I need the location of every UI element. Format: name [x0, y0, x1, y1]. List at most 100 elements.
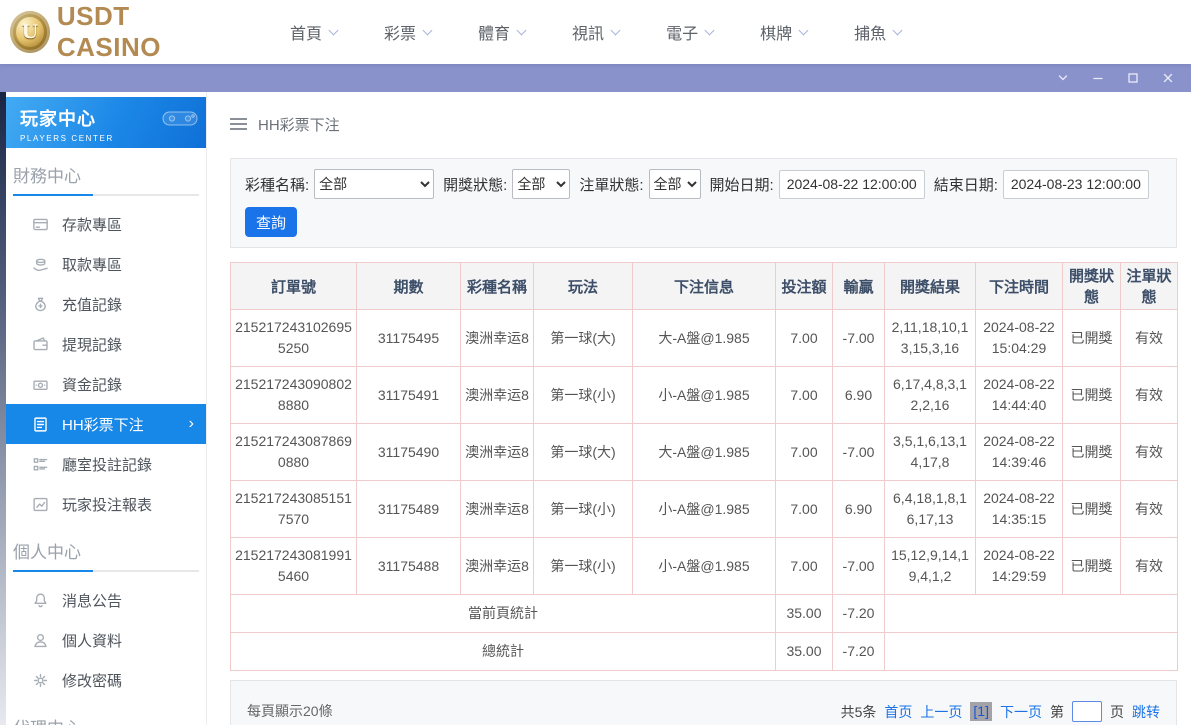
sidebar-item-room-bet-records[interactable]: 廳室投註記錄 — [6, 444, 206, 484]
summary-label-cell: 當前頁統計 — [231, 595, 776, 633]
maximize-icon — [1127, 72, 1139, 84]
chevron-down-icon — [423, 25, 433, 35]
table-cell: 2,11,18,10,13,15,3,16 — [885, 310, 976, 367]
window-minimize-button[interactable] — [1091, 71, 1105, 85]
sidebar-item-label: 玩家投注報表 — [62, 494, 152, 515]
table-cell: 31175490 — [357, 424, 461, 481]
sidebar-item-label: HH彩票下注 — [62, 414, 144, 435]
close-icon — [1162, 72, 1174, 84]
coin-logo-icon: U — [10, 11, 50, 53]
sidebar-item-messages[interactable]: 消息公告 — [6, 580, 206, 620]
page-number-input[interactable] — [1072, 701, 1102, 722]
table-cell: 2024-08-22 14:44:40 — [976, 367, 1063, 424]
table-row: 215217243085151757031175489澳洲幸运8第一球(小)小-… — [231, 481, 1178, 538]
sidebar-item-change-password[interactable]: 修改密碼 — [6, 660, 206, 700]
summary-winloss-cell: -7.20 — [833, 595, 885, 633]
brand-logo[interactable]: U USDT CASINO — [10, 1, 232, 63]
page-title: HH彩票下注 — [258, 114, 340, 135]
sidebar-item-hh-lottery-bets[interactable]: HH彩票下注 › — [6, 404, 206, 444]
player-report-icon — [32, 496, 49, 513]
summary-empty-cell — [885, 595, 1178, 633]
sidebar-section-title: 財務中心 — [13, 162, 206, 187]
top-nav-bar: U USDT CASINO 首頁 彩票 體育 視訊 電子 棋牌 捕魚 — [0, 0, 1191, 64]
summary-bet-total-cell: 35.00 — [776, 595, 833, 633]
column-header: 下注信息 — [633, 263, 776, 310]
nav-item[interactable]: 體育 — [478, 20, 525, 44]
per-page-label: 每頁顯示20條 — [247, 701, 333, 721]
breadcrumb: HH彩票下注 — [230, 92, 1177, 156]
window-close-button[interactable] — [1161, 71, 1175, 85]
column-header: 期數 — [357, 263, 461, 310]
start-date-label: 開始日期: — [710, 174, 774, 195]
column-header: 下注時間 — [976, 263, 1063, 310]
table-cell: 2152172430851517570 — [231, 481, 357, 538]
table-cell: 小-A盤@1.985 — [633, 481, 776, 538]
table-header-row: 訂單號期數彩種名稱玩法下注信息投注額輸贏開獎結果下注時間開獎狀態注單狀態 — [231, 263, 1178, 310]
end-date-input[interactable] — [1003, 170, 1149, 199]
table-cell: 有效 — [1121, 367, 1178, 424]
order-status-select[interactable]: 全部 — [649, 169, 701, 199]
window-collapse-button[interactable] — [1056, 71, 1070, 85]
bets-table: 訂單號期數彩種名稱玩法下注信息投注額輸贏開獎結果下注時間開獎狀態注單狀態 215… — [230, 262, 1178, 671]
sidebar-item-deposit[interactable]: 存款專區 — [6, 204, 206, 244]
table-cell: 31175495 — [357, 310, 461, 367]
hh-bet-icon — [32, 416, 49, 433]
deposit-icon — [32, 216, 49, 233]
sidebar-item-label: 充值記錄 — [62, 294, 122, 315]
start-date-input[interactable] — [779, 170, 925, 199]
pagination-bar: 每頁顯示20條 共5条 首页 上一页 [1] 下一页 第 页 跳转 — [230, 680, 1177, 725]
summary-label-cell: 總統計 — [231, 633, 776, 671]
chevron-right-icon: › — [189, 416, 194, 432]
sidebar-item-player-bet-report[interactable]: 玩家投注報表 — [6, 484, 206, 524]
sidebar-item-funds-record[interactable]: 資金記錄 — [6, 364, 206, 404]
first-page-link[interactable]: 首页 — [884, 702, 912, 722]
room-record-icon — [32, 456, 49, 473]
page-prefix-label: 第 — [1050, 702, 1064, 722]
sidebar-item-withdraw[interactable]: 取款專區 — [6, 244, 206, 284]
nav-item-label: 彩票 — [384, 20, 416, 44]
coin-letter: U — [22, 21, 39, 43]
nav-item[interactable]: 棋牌 — [760, 20, 807, 44]
menu-toggle-icon[interactable] — [230, 118, 247, 130]
nav-item[interactable]: 首頁 — [290, 20, 337, 44]
next-page-link[interactable]: 下一页 — [1000, 702, 1042, 722]
table-cell: 澳洲幸运8 — [461, 310, 534, 367]
chevron-down-icon — [799, 25, 809, 35]
table-cell: 大-A盤@1.985 — [633, 310, 776, 367]
table-cell: 7.00 — [776, 310, 833, 367]
nav-item-label: 電子 — [666, 20, 698, 44]
table-cell: 已開獎 — [1063, 367, 1121, 424]
pager: 共5条 首页 上一页 [1] 下一页 第 页 跳转 — [841, 701, 1160, 722]
nav-item[interactable]: 電子 — [666, 20, 713, 44]
sidebar-item-recharge-record[interactable]: 充值記錄 — [6, 284, 206, 324]
nav-item[interactable]: 視訊 — [572, 20, 619, 44]
table-cell: 有效 — [1121, 538, 1178, 595]
table-cell: 7.00 — [776, 481, 833, 538]
table-cell: 有效 — [1121, 424, 1178, 481]
window-maximize-button[interactable] — [1126, 71, 1140, 85]
table-row: 215217243081991546031175488澳洲幸运8第一球(小)小-… — [231, 538, 1178, 595]
table-cell: -7.00 — [833, 424, 885, 481]
sidebar-section-title: 個人中心 — [13, 538, 206, 563]
table-cell: 31175489 — [357, 481, 461, 538]
jump-link[interactable]: 跳转 — [1132, 702, 1160, 722]
sidebar-item-profile[interactable]: 個人資料 — [6, 620, 206, 660]
sidebar-item-withdrawal-record[interactable]: 提現記錄 — [6, 324, 206, 364]
draw-status-select[interactable]: 全部 — [512, 169, 570, 199]
table-cell: 第一球(小) — [534, 481, 633, 538]
nav-item[interactable]: 捕魚 — [854, 20, 901, 44]
sidebar-section-title: 代理中心 — [13, 714, 206, 725]
table-cell: 已開獎 — [1063, 310, 1121, 367]
main-nav: 首頁 彩票 體育 視訊 電子 棋牌 捕魚 — [290, 20, 901, 44]
table-cell: 2024-08-22 15:04:29 — [976, 310, 1063, 367]
nav-item[interactable]: 彩票 — [384, 20, 431, 44]
prev-page-link[interactable]: 上一页 — [920, 702, 962, 722]
lottery-name-select[interactable]: 全部 — [314, 169, 434, 199]
main-panel: HH彩票下注 彩種名稱: 全部 開獎狀態: 全部 注單狀態: 全部 — [207, 92, 1191, 725]
summary-winloss-cell: -7.20 — [833, 633, 885, 671]
nav-item-label: 體育 — [478, 20, 510, 44]
total-count-label: 共5条 — [841, 702, 877, 722]
search-button[interactable]: 查詢 — [245, 207, 297, 237]
summary-row: 當前頁統計35.00-7.20 — [231, 595, 1178, 633]
table-cell: -7.00 — [833, 538, 885, 595]
